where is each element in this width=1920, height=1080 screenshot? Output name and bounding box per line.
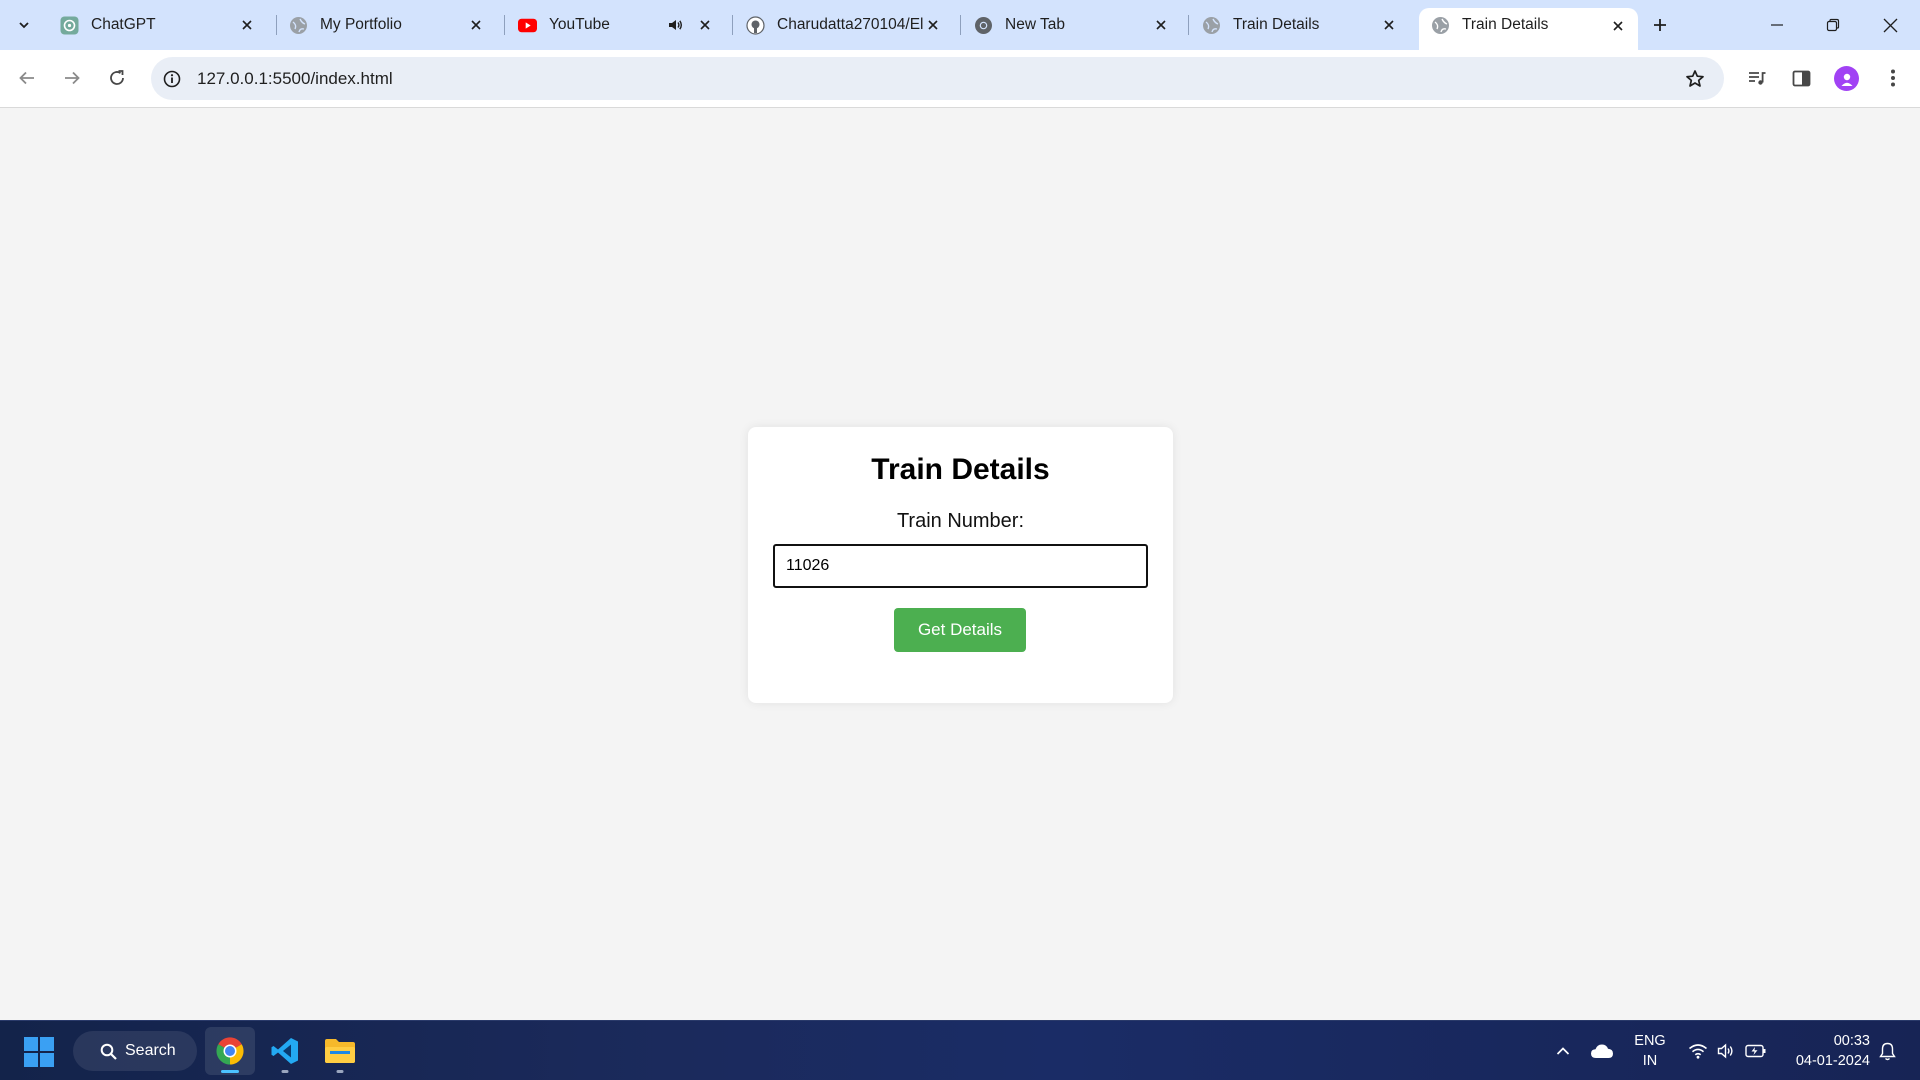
active-indicator (221, 1070, 239, 1073)
close-icon (1883, 18, 1897, 32)
address-bar[interactable]: 127.0.0.1:5500/index.html (151, 57, 1724, 100)
chrome-icon (216, 1037, 244, 1065)
start-button[interactable] (24, 1037, 54, 1067)
close-icon[interactable] (923, 15, 943, 35)
page-content: Train Details Train Number: Get Details (0, 109, 1920, 1020)
globe-icon (1202, 16, 1221, 35)
tab-train-details[interactable]: Train Details (1190, 8, 1409, 42)
onedrive-icon[interactable] (1588, 1037, 1616, 1065)
bookmark-star-icon[interactable] (1684, 68, 1706, 90)
tab-title: My Portfolio (320, 16, 402, 33)
wifi-icon[interactable] (1686, 1037, 1710, 1065)
menu-button[interactable] (1876, 61, 1910, 95)
tab-strip: ChatGPT My Portfolio YouTube Charudatta2… (0, 0, 1920, 50)
train-number-input[interactable] (773, 544, 1148, 588)
clock-date: 04-01-2024 (1795, 1053, 1870, 1069)
battery-icon[interactable] (1742, 1037, 1770, 1065)
folder-icon (325, 1039, 355, 1063)
clock[interactable]: 00:33 04-01-2024 (1780, 1031, 1870, 1071)
tab-chatgpt[interactable]: ChatGPT (48, 8, 267, 42)
arrow-left-icon (19, 71, 34, 85)
tab-youtube[interactable]: YouTube (506, 8, 725, 42)
side-panel-icon (1792, 70, 1810, 86)
profile-avatar[interactable] (1834, 66, 1859, 91)
page-title: Train Details (871, 453, 1050, 486)
close-icon[interactable] (1379, 15, 1399, 35)
media-control-button[interactable] (1740, 61, 1774, 95)
taskbar: Search ENG IN 00:33 04-01-2024 (0, 1020, 1920, 1080)
taskbar-app-file-explorer[interactable] (315, 1027, 365, 1075)
plus-icon (1654, 19, 1666, 31)
globe-icon (289, 16, 308, 35)
chevron-down-icon (19, 22, 29, 29)
tab-title: Train Details (1462, 16, 1549, 33)
tab-separator (1188, 15, 1189, 35)
vscode-icon (271, 1038, 298, 1064)
search-icon (100, 1043, 117, 1060)
tab-separator (732, 15, 733, 35)
restore-button[interactable] (1805, 0, 1861, 50)
youtube-icon (518, 16, 537, 35)
tab-my-portfolio[interactable]: My Portfolio (277, 8, 496, 42)
speaker-icon[interactable] (665, 15, 685, 35)
search-label: Search (125, 1042, 176, 1059)
tab-title: Charudatta270104/El (777, 16, 923, 33)
train-number-label: Train Number: (896, 510, 1025, 532)
close-icon[interactable] (1608, 16, 1628, 36)
site-info-icon[interactable] (162, 69, 182, 89)
chatgpt-icon (60, 16, 79, 35)
close-icon[interactable] (695, 15, 715, 35)
tab-train-details-active[interactable]: Train Details (1419, 8, 1638, 50)
back-button[interactable] (10, 61, 44, 95)
notification-bell-icon[interactable] (1874, 1037, 1900, 1065)
taskbar-app-chrome[interactable] (205, 1027, 255, 1075)
close-window-button[interactable] (1862, 0, 1918, 50)
minimize-icon (1771, 24, 1783, 26)
tab-title: New Tab (1005, 16, 1066, 33)
url-text[interactable]: 127.0.0.1:5500/index.html (197, 69, 393, 89)
language-indicator[interactable]: ENG IN (1628, 1031, 1672, 1071)
get-details-button[interactable]: Get Details (894, 608, 1026, 652)
minimize-button[interactable] (1749, 0, 1805, 50)
clock-time: 00:33 (1833, 1033, 1870, 1049)
more-vert-icon (1891, 69, 1895, 87)
avatar-icon (1841, 73, 1852, 86)
github-icon (746, 15, 765, 35)
tab-title: ChatGPT (91, 16, 156, 33)
browser-toolbar: 127.0.0.1:5500/index.html (0, 50, 1920, 108)
chevron-up-icon (1556, 1047, 1570, 1055)
region-code: IN (1642, 1053, 1658, 1069)
reload-icon (110, 70, 124, 85)
close-icon[interactable] (1151, 15, 1171, 35)
taskbar-app-vscode[interactable] (260, 1027, 310, 1075)
windows-icon (24, 1037, 54, 1067)
show-hidden-icons-button[interactable] (1551, 1037, 1575, 1065)
tab-separator (504, 15, 505, 35)
running-indicator (281, 1070, 289, 1073)
side-panel-button[interactable] (1784, 61, 1818, 95)
tab-title: Train Details (1233, 16, 1320, 33)
running-indicator (336, 1070, 344, 1073)
train-details-card: Train Details Train Number: Get Details (748, 427, 1173, 703)
close-icon[interactable] (466, 15, 486, 35)
language-code: ENG (1634, 1033, 1666, 1049)
restore-icon (1826, 18, 1840, 32)
reload-button[interactable] (100, 61, 134, 95)
close-icon[interactable] (237, 15, 257, 35)
tab-title: YouTube (549, 16, 610, 33)
arrow-right-icon (65, 71, 80, 85)
tab-new-tab[interactable]: New Tab (962, 8, 1181, 42)
forward-button[interactable] (55, 61, 89, 95)
volume-icon[interactable] (1714, 1037, 1738, 1065)
tab-search-button[interactable] (7, 8, 41, 42)
chrome-icon (974, 16, 993, 35)
media-queue-icon (1749, 72, 1766, 85)
taskbar-search[interactable]: Search (73, 1031, 197, 1071)
tab-separator (960, 15, 961, 35)
new-tab-button[interactable] (1646, 11, 1674, 39)
tab-github[interactable]: Charudatta270104/El (734, 8, 953, 42)
globe-icon (1431, 16, 1450, 35)
